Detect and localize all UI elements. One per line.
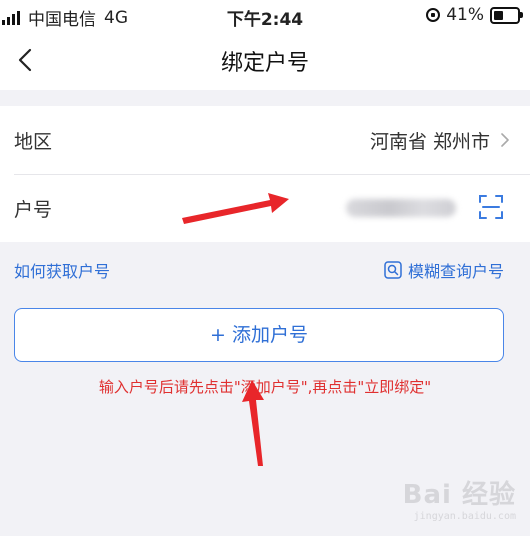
watermark-brand: Bai 经验 (402, 480, 516, 510)
page-title: 绑定户号 (220, 51, 309, 76)
how-to-get-account-link[interactable]: 如何获取户号 (14, 258, 110, 282)
add-account-button[interactable]: + 添加户号 (14, 308, 504, 362)
account-row: 户号 (0, 174, 530, 242)
status-bar: 中国电信 4G 下午2:44 41% (0, 0, 530, 32)
orientation-lock-icon (426, 8, 441, 22)
watermark-url: jingyan.baidu.com (413, 511, 516, 522)
account-label: 户号 (14, 199, 53, 221)
battery-percent: 41% (446, 5, 484, 25)
fuzzy-search-label: 模糊查询户号 (407, 262, 504, 281)
instruction-tip: 输入户号后请先点击"添加户号",再点击"立即绑定" (98, 378, 432, 396)
account-number-input[interactable] (346, 199, 456, 217)
fuzzy-search-link[interactable]: 模糊查询户号 (384, 258, 504, 282)
search-icon (384, 261, 402, 279)
battery-icon (490, 6, 523, 24)
scan-icon[interactable] (478, 194, 504, 220)
region-label: 地区 (14, 131, 53, 153)
region-row[interactable]: 地区 河南省 郑州市 (0, 106, 530, 175)
region-value: 河南省 郑州市 (369, 131, 490, 153)
status-right: 41% (426, 5, 523, 25)
watermark: Bai 经验 jingyan.baidu.com (403, 474, 516, 522)
chevron-right-icon (501, 133, 509, 147)
form-card: 地区 河南省 郑州市 户号 (0, 106, 530, 242)
nav-bar: 绑定户号 (0, 32, 530, 90)
